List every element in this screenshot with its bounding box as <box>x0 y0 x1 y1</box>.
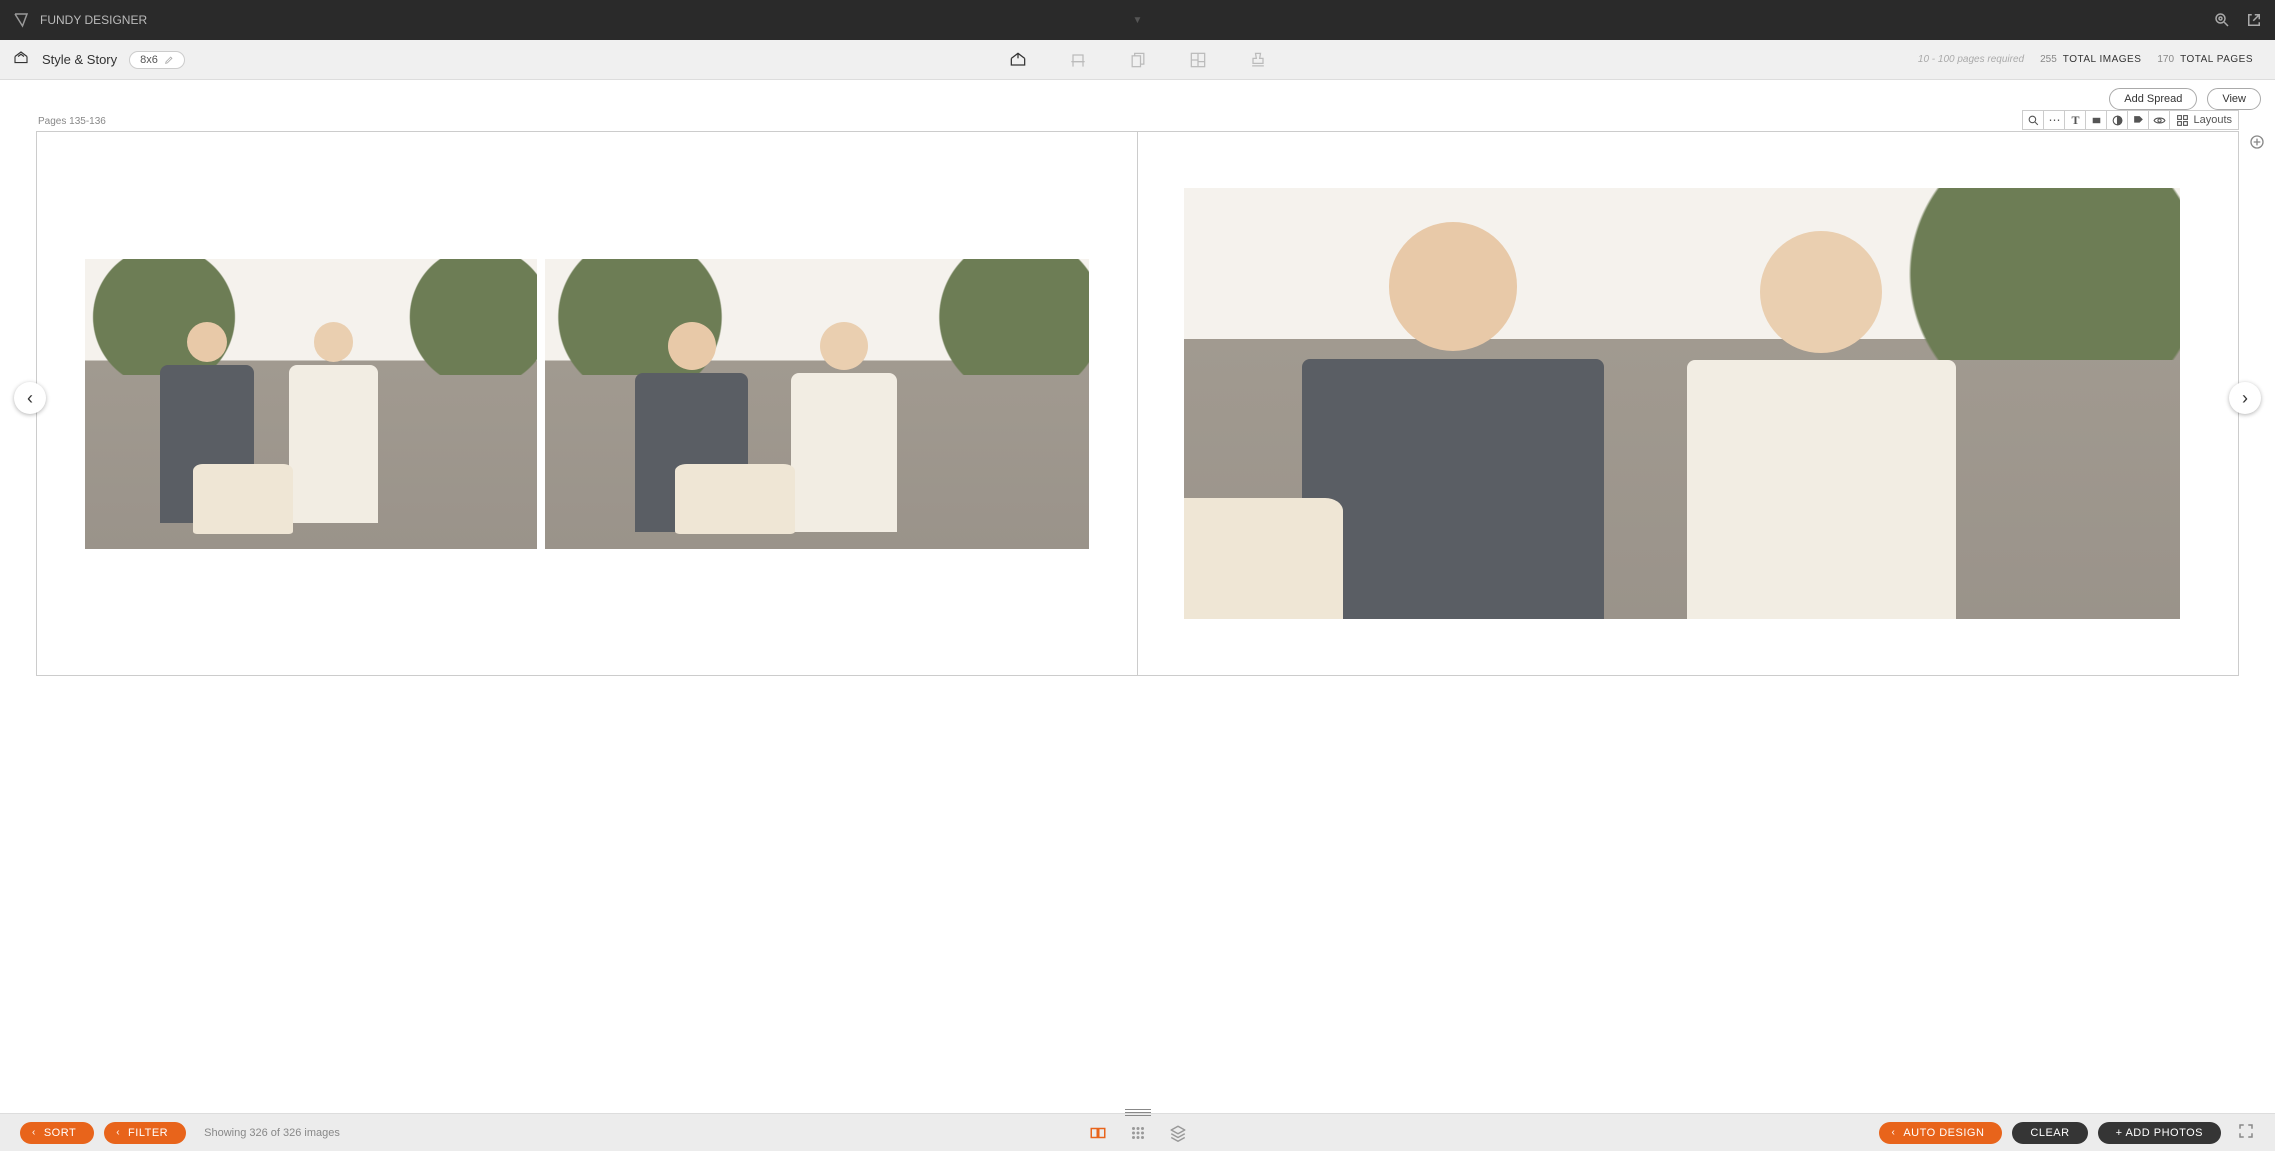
chevron-left-icon: ‹ <box>116 1127 120 1138</box>
nav-stamp-icon[interactable] <box>1248 50 1268 70</box>
fullscreen-icon[interactable] <box>2237 1122 2255 1143</box>
view-layers-icon[interactable] <box>1169 1124 1187 1142</box>
topbar: FUNDY DESIGNER ▼ <box>0 0 2275 40</box>
clear-button[interactable]: CLEAR <box>2012 1122 2087 1144</box>
prev-spread-button[interactable]: ‹ <box>14 382 46 414</box>
album-size: 8x6 <box>140 54 158 66</box>
album-size-pill[interactable]: 8x6 <box>129 51 185 69</box>
collapse-down-icon[interactable]: ▼ <box>1133 15 1143 26</box>
filter-label: FILTER <box>128 1127 168 1139</box>
total-images-label: TOTAL IMAGES <box>2063 54 2142 65</box>
nav-copy-icon[interactable] <box>1128 50 1148 70</box>
add-element-icon[interactable] <box>2249 134 2265 153</box>
pages-label: Pages 135-136 <box>38 116 2239 127</box>
action-row: Add Spread View <box>0 80 2275 110</box>
nav-layout-icon[interactable] <box>1188 50 1208 70</box>
next-spread-button[interactable]: › <box>2229 382 2261 414</box>
bottombar: ‹SORT ‹FILTER Showing 326 of 326 images … <box>0 1113 2275 1151</box>
more-tool[interactable]: ⋯ <box>2043 110 2065 130</box>
external-link-icon[interactable] <box>2245 11 2263 29</box>
add-spread-button[interactable]: Add Spread <box>2109 88 2197 110</box>
left-page[interactable] <box>37 132 1138 675</box>
drag-handle-icon[interactable] <box>1125 1109 1151 1116</box>
subbar: Style & Story 8x6 10 - 100 pages require… <box>0 40 2275 80</box>
app-logo: FUNDY DESIGNER <box>12 11 147 29</box>
auto-design-button[interactable]: ‹ AUTO DESIGN <box>1879 1122 2002 1144</box>
contrast-tool[interactable] <box>2106 110 2128 130</box>
fundy-logo-icon <box>12 11 30 29</box>
eye-tool[interactable] <box>2148 110 2170 130</box>
canvas: ⋯ T Layouts Pages 135-136 <box>0 110 2275 686</box>
rect-tool[interactable] <box>2085 110 2107 130</box>
chevron-left-icon: ‹ <box>1891 1127 1895 1138</box>
layouts-label: Layouts <box>2193 114 2232 126</box>
add-photos-button[interactable]: + ADD PHOTOS <box>2098 1122 2221 1144</box>
photo-slot[interactable] <box>545 259 1089 549</box>
sort-button[interactable]: ‹ SORT <box>20 1122 94 1144</box>
nav-design-icon[interactable] <box>1008 50 1028 70</box>
sort-label: SORT <box>44 1127 76 1139</box>
toolstrip: ⋯ T Layouts <box>2023 110 2239 130</box>
zoom-tool[interactable] <box>2022 110 2044 130</box>
search-icon[interactable] <box>2213 11 2231 29</box>
total-pages-count: 170 <box>2157 54 2174 65</box>
total-pages-label: TOTAL PAGES <box>2180 54 2253 65</box>
layouts-button[interactable]: Layouts <box>2169 110 2239 130</box>
view-button[interactable]: View <box>2207 88 2261 110</box>
pages-required: 10 - 100 pages required <box>1918 54 2024 65</box>
photo-slot[interactable] <box>1184 188 2180 619</box>
text-tool[interactable]: T <box>2064 110 2086 130</box>
nav-furniture-icon[interactable] <box>1068 50 1088 70</box>
view-thumbnails-icon[interactable] <box>1089 1124 1107 1142</box>
image-count-status: Showing 326 of 326 images <box>204 1127 340 1139</box>
pencil-icon <box>164 55 174 65</box>
filter-button[interactable]: ‹ FILTER <box>104 1122 186 1144</box>
auto-design-label: AUTO DESIGN <box>1903 1127 1984 1139</box>
chevron-left-icon: ‹ <box>32 1127 36 1138</box>
right-page[interactable] <box>1138 132 2238 675</box>
total-images-count: 255 <box>2040 54 2057 65</box>
mode-label: Style & Story <box>42 52 117 67</box>
tag-tool[interactable] <box>2127 110 2149 130</box>
view-grid-icon[interactable] <box>1129 1124 1147 1142</box>
photo-slot[interactable] <box>85 259 537 549</box>
app-name: FUNDY DESIGNER <box>40 13 147 27</box>
spread <box>36 131 2239 676</box>
style-story-icon <box>12 49 30 70</box>
